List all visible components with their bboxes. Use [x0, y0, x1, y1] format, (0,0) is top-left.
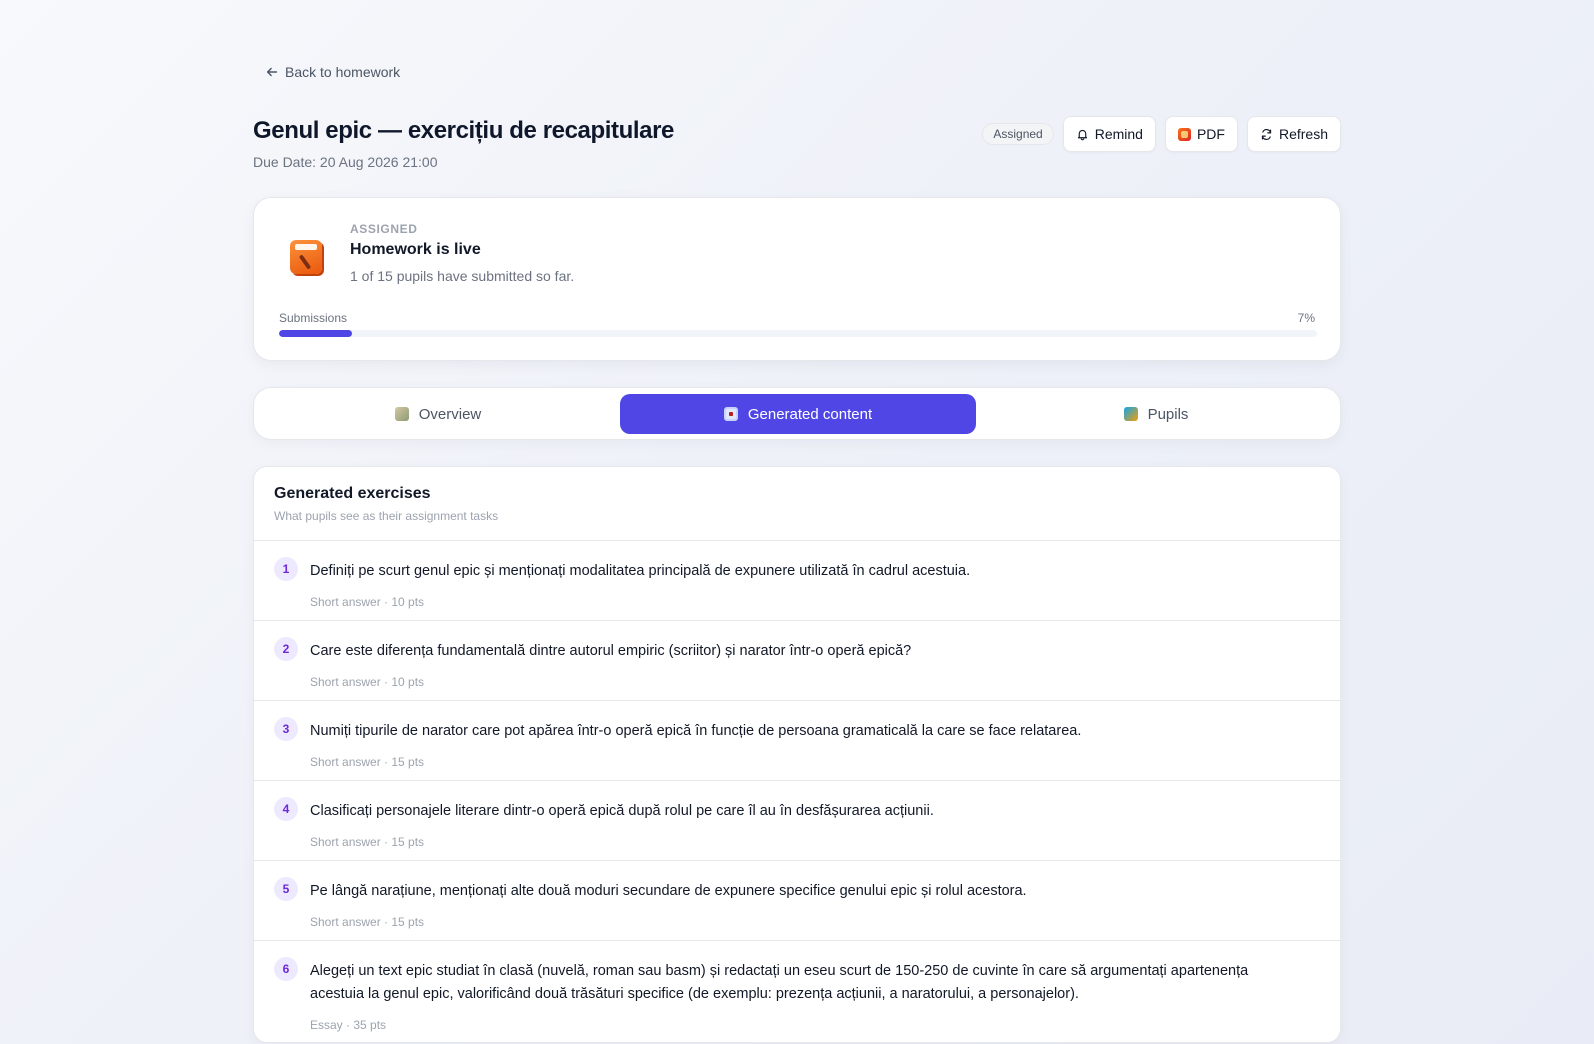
exercise-item: 6 Alegeți un text epic studiat în clasă … [254, 941, 1340, 1042]
exercise-number: 2 [274, 637, 298, 661]
exercise-meta: Short answer · 15 pts [310, 755, 425, 769]
status-heading: Homework is live [350, 241, 481, 258]
exercise-text: Clasificați personajele literare dintr-o… [310, 803, 934, 819]
exercises-title: Generated exercises [274, 485, 431, 502]
tab-label: Overview [418, 405, 482, 423]
tab-label: Generated content [747, 405, 873, 423]
exercise-number: 6 [274, 957, 298, 981]
tab-pupils[interactable]: Pupils [978, 394, 1334, 434]
generated-content-icon [723, 407, 738, 421]
exercise-number: 3 [274, 717, 298, 741]
tab-overview[interactable]: Overview [260, 394, 616, 434]
exercises-header: Generated exercises What pupils see as t… [254, 467, 1340, 541]
exercise-meta: Short answer · 15 pts [310, 835, 425, 849]
progress-label: Submissions [279, 311, 348, 325]
exercise-text: Alegeți un text epic studiat în clasă (n… [310, 963, 1249, 1002]
exercise-number: 5 [274, 877, 298, 901]
exercise-meta: Short answer · 10 pts [310, 675, 425, 689]
exercise-number: 4 [274, 797, 298, 821]
exercise-item: 3 Numiți tipurile de narator care pot ap… [254, 701, 1340, 781]
exercise-item: 2 Care este diferența fundamentală dintr… [254, 621, 1340, 701]
exercise-text: Numiți tipurile de narator care pot apăr… [310, 723, 1082, 739]
back-to-homework-link[interactable]: Back to homework [265, 64, 400, 80]
exercise-meta: Essay · 35 pts [310, 1018, 387, 1032]
status-label: ASSIGNED [350, 222, 418, 236]
generated-exercises-card: Generated exercises What pupils see as t… [253, 466, 1341, 1043]
exercise-meta: Short answer · 10 pts [310, 595, 425, 609]
remind-label: Remind [1094, 126, 1143, 142]
exercises-subtitle: What pupils see as their assignment task… [274, 509, 499, 523]
pdf-label: PDF [1196, 126, 1225, 142]
back-link-label: Back to homework [285, 64, 401, 80]
arrow-left-icon [266, 67, 278, 77]
refresh-button[interactable]: Refresh [1246, 116, 1341, 152]
page-title: Genul epic — exercițiu de recapitulare [253, 117, 674, 144]
refresh-label: Refresh [1278, 126, 1328, 142]
submission-summary: 1 of 15 pupils have submitted so far. [350, 268, 575, 284]
tab-generated-content[interactable]: Generated content [620, 394, 976, 434]
exercise-item: 4 Clasificați personajele literare dintr… [254, 781, 1340, 861]
header-actions: Assigned Remind PDF Refresh [982, 116, 1341, 152]
bell-icon [1077, 129, 1087, 140]
overview-icon [394, 407, 409, 421]
status-card: ASSIGNED Homework is live 1 of 15 pupils… [253, 197, 1341, 361]
pdf-button[interactable]: PDF [1164, 116, 1238, 152]
pupils-icon [1123, 407, 1138, 421]
exercise-meta: Short answer · 15 pts [310, 915, 425, 929]
pdf-icon [1177, 127, 1191, 141]
progress-percent: 7% [1297, 311, 1315, 325]
exercise-text: Pe lângă narațiune, menționați alte două… [310, 883, 1027, 899]
exercise-item: 5 Pe lângă narațiune, menționați alte do… [254, 861, 1340, 941]
tab-bar: Overview Generated content Pupils [253, 387, 1341, 440]
notebook-icon [290, 240, 322, 274]
status-badge: Assigned [982, 123, 1054, 145]
remind-button[interactable]: Remind [1062, 116, 1156, 152]
exercise-number: 1 [274, 557, 298, 581]
exercise-item: 1 Definiți pe scurt genul epic și mențio… [254, 541, 1340, 621]
exercise-text: Care este diferența fundamentală dintre … [310, 643, 912, 659]
progress-track [279, 330, 1317, 337]
progress-fill [279, 330, 352, 337]
refresh-icon [1261, 128, 1272, 140]
tab-label: Pupils [1147, 405, 1189, 423]
due-date: Due Date: 20 Aug 2026 21:00 [253, 154, 438, 170]
exercise-text: Definiți pe scurt genul epic și menționa… [310, 563, 971, 579]
